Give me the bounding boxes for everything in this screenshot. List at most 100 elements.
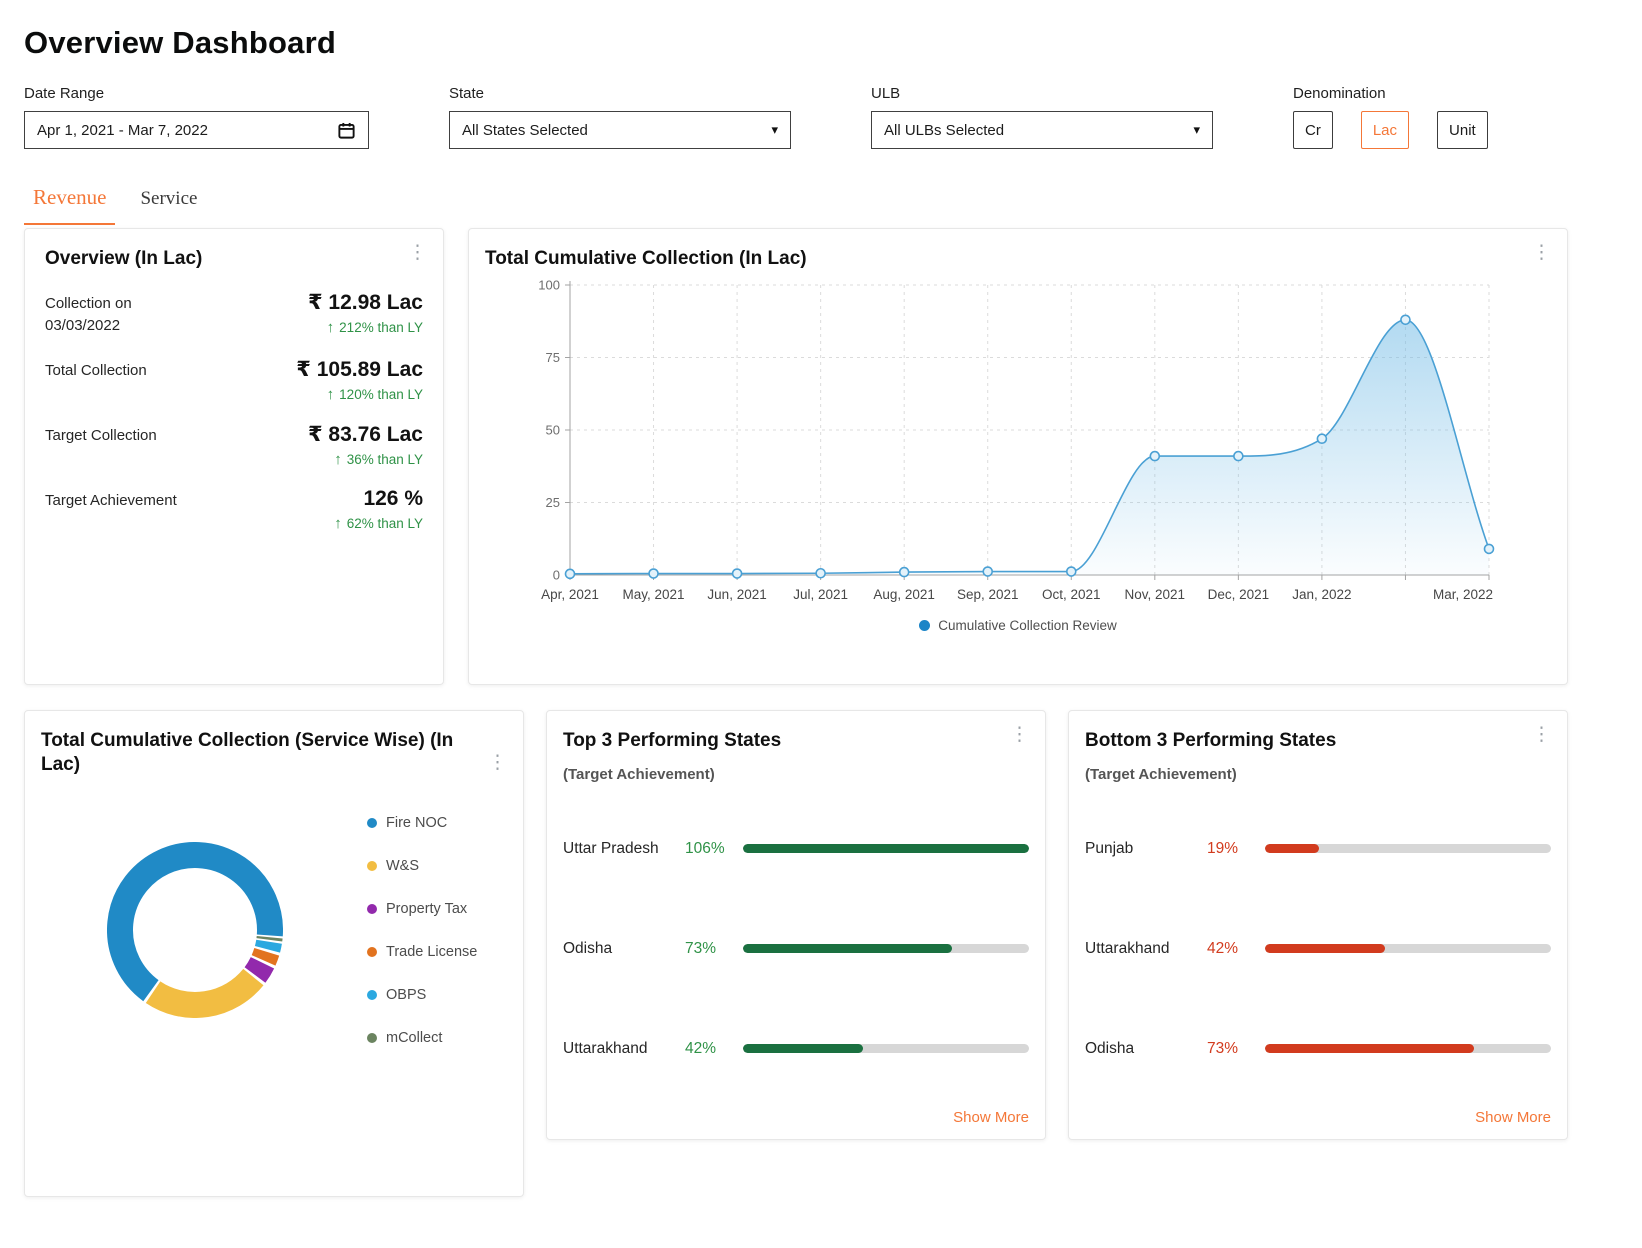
filters-row: Date Range State All States Selected ▾: [24, 85, 1568, 149]
progress-bar-track: [743, 1044, 1029, 1053]
up-arrow-icon: ↑: [334, 515, 342, 532]
state-filter: State All States Selected ▾: [449, 85, 791, 149]
service-wise-donut-chart: [107, 842, 283, 1018]
date-range-input[interactable]: [37, 122, 307, 139]
up-arrow-icon: ↑: [334, 451, 342, 468]
metric-value: ₹ 105.89 Lac: [296, 357, 423, 382]
ulb-select-value: All ULBs Selected: [884, 122, 1004, 139]
denomination-lac-button[interactable]: Lac: [1361, 111, 1409, 149]
metric-label: Target Collection: [45, 422, 157, 468]
progress-bar-fill: [743, 1044, 863, 1053]
legend-dot-icon: [367, 1033, 377, 1043]
state-label: State: [449, 85, 791, 102]
donut-chart-title: Total Cumulative Collection (Service Wis…: [41, 729, 471, 777]
metric-collection-on: Collection on 03/03/2022 ₹ 12.98 Lac ↑21…: [45, 290, 423, 338]
line-chart-legend: Cumulative Collection Review: [485, 618, 1551, 633]
metric-change: ↑62% than LY: [334, 515, 423, 532]
dashboard-page: Overview Dashboard Date Range State: [24, 0, 1568, 1197]
top-states-card: Top 3 Performing States ⋮ (Target Achiev…: [546, 710, 1046, 1140]
legend-dot-icon: [367, 861, 377, 871]
progress-bar-track: [1265, 1044, 1551, 1053]
legend-label: W&S: [386, 858, 419, 874]
legend-item: Property Tax: [367, 901, 477, 917]
metric-value-block: ₹ 83.76 Lac ↑36% than LY: [308, 422, 423, 468]
legend-label: Fire NOC: [386, 815, 447, 831]
denomination-unit-button[interactable]: Unit: [1437, 111, 1488, 149]
page-title: Overview Dashboard: [24, 25, 1568, 61]
state-select[interactable]: All States Selected ▾: [449, 111, 791, 149]
show-more-link[interactable]: Show More: [1475, 1109, 1551, 1126]
donut-chart-area: Fire NOC W&S Property Tax Trade License: [41, 815, 507, 1046]
legend-dot-icon: [367, 990, 377, 1000]
kebab-menu-icon[interactable]: ⋮: [408, 243, 427, 262]
state-name: Uttarakhand: [563, 1040, 685, 1058]
metric-target-achievement: Target Achievement 126 % ↑62% than LY: [45, 487, 423, 532]
state-name: Uttarakhand: [1085, 940, 1207, 958]
up-arrow-icon: ↑: [327, 319, 335, 336]
legend-label: Cumulative Collection Review: [938, 618, 1117, 633]
cumulative-collection-line-chart: 0255075100Apr, 2021May, 2021Jun, 2021Jul…: [485, 277, 1551, 609]
ulb-label: ULB: [871, 85, 1213, 102]
overview-card: Overview (In Lac) ⋮ Collection on 03/03/…: [24, 228, 444, 685]
legend-dot-icon: [367, 947, 377, 957]
progress-bar-track: [743, 944, 1029, 953]
legend-label: mCollect: [386, 1030, 442, 1046]
svg-text:Apr, 2021: Apr, 2021: [541, 587, 599, 602]
legend-dot-icon: [919, 620, 930, 631]
svg-text:0: 0: [553, 567, 560, 582]
calendar-icon[interactable]: [337, 121, 356, 140]
kebab-menu-icon[interactable]: ⋮: [1532, 725, 1551, 744]
kebab-menu-icon[interactable]: ⋮: [488, 753, 507, 772]
legend-item: Trade License: [367, 944, 477, 960]
top-states-title: Top 3 Performing States: [563, 729, 1029, 753]
state-select-value: All States Selected: [462, 122, 588, 139]
tab-revenue[interactable]: Revenue: [24, 175, 115, 225]
metric-value-block: ₹ 105.89 Lac ↑120% than LY: [296, 357, 423, 403]
date-range-filter: Date Range: [24, 85, 369, 149]
state-row: Punjab 19%: [1085, 840, 1551, 858]
metric-label: Collection on 03/03/2022: [45, 290, 132, 338]
chevron-down-icon: ▾: [1193, 122, 1200, 138]
kebab-menu-icon[interactable]: ⋮: [1532, 243, 1551, 262]
state-row: Uttarakhand 42%: [563, 1040, 1029, 1058]
legend-dot-icon: [367, 904, 377, 914]
metric-total-collection: Total Collection ₹ 105.89 Lac ↑120% than…: [45, 357, 423, 403]
legend-dot-icon: [367, 818, 377, 828]
svg-text:100: 100: [538, 277, 560, 292]
overview-card-title: Overview (In Lac): [45, 247, 423, 271]
top-cards-row: Overview (In Lac) ⋮ Collection on 03/03/…: [24, 228, 1568, 685]
state-name: Odisha: [1085, 1040, 1207, 1058]
donut-legend: Fire NOC W&S Property Tax Trade License: [367, 815, 477, 1046]
legend-item: mCollect: [367, 1030, 477, 1046]
denomination-filter: Denomination Cr Lac Unit: [1293, 85, 1488, 149]
state-percent: 73%: [1207, 1040, 1265, 1058]
metric-target-collection: Target Collection ₹ 83.76 Lac ↑36% than …: [45, 422, 423, 468]
show-more-link[interactable]: Show More: [953, 1109, 1029, 1126]
svg-text:May, 2021: May, 2021: [623, 587, 685, 602]
metric-change: ↑36% than LY: [308, 451, 423, 468]
state-name: Uttar Pradesh: [563, 840, 685, 858]
tab-bar: Revenue Service: [24, 175, 1568, 225]
date-range-control[interactable]: [24, 111, 369, 149]
top-states-subtitle: (Target Achievement): [563, 766, 1029, 783]
ulb-select[interactable]: All ULBs Selected ▾: [871, 111, 1213, 149]
bottom-states-title: Bottom 3 Performing States: [1085, 729, 1551, 753]
svg-text:50: 50: [546, 422, 560, 437]
progress-bar-fill: [743, 944, 952, 953]
metric-value: 126 %: [334, 487, 423, 511]
state-name: Punjab: [1085, 840, 1207, 858]
state-percent: 106%: [685, 840, 743, 858]
metric-value: ₹ 83.76 Lac: [308, 422, 423, 447]
progress-bar-fill: [743, 844, 1029, 853]
line-chart-title: Total Cumulative Collection (In Lac): [485, 247, 1551, 271]
tab-service[interactable]: Service: [131, 175, 206, 225]
legend-label: Trade License: [386, 944, 477, 960]
state-percent: 42%: [1207, 940, 1265, 958]
kebab-menu-icon[interactable]: ⋮: [1010, 725, 1029, 744]
svg-text:Jul, 2021: Jul, 2021: [793, 587, 848, 602]
state-percent: 19%: [1207, 840, 1265, 858]
denomination-cr-button[interactable]: Cr: [1293, 111, 1333, 149]
svg-text:Dec, 2021: Dec, 2021: [1208, 587, 1270, 602]
metric-change: ↑212% than LY: [308, 319, 423, 336]
date-range-label: Date Range: [24, 85, 369, 102]
